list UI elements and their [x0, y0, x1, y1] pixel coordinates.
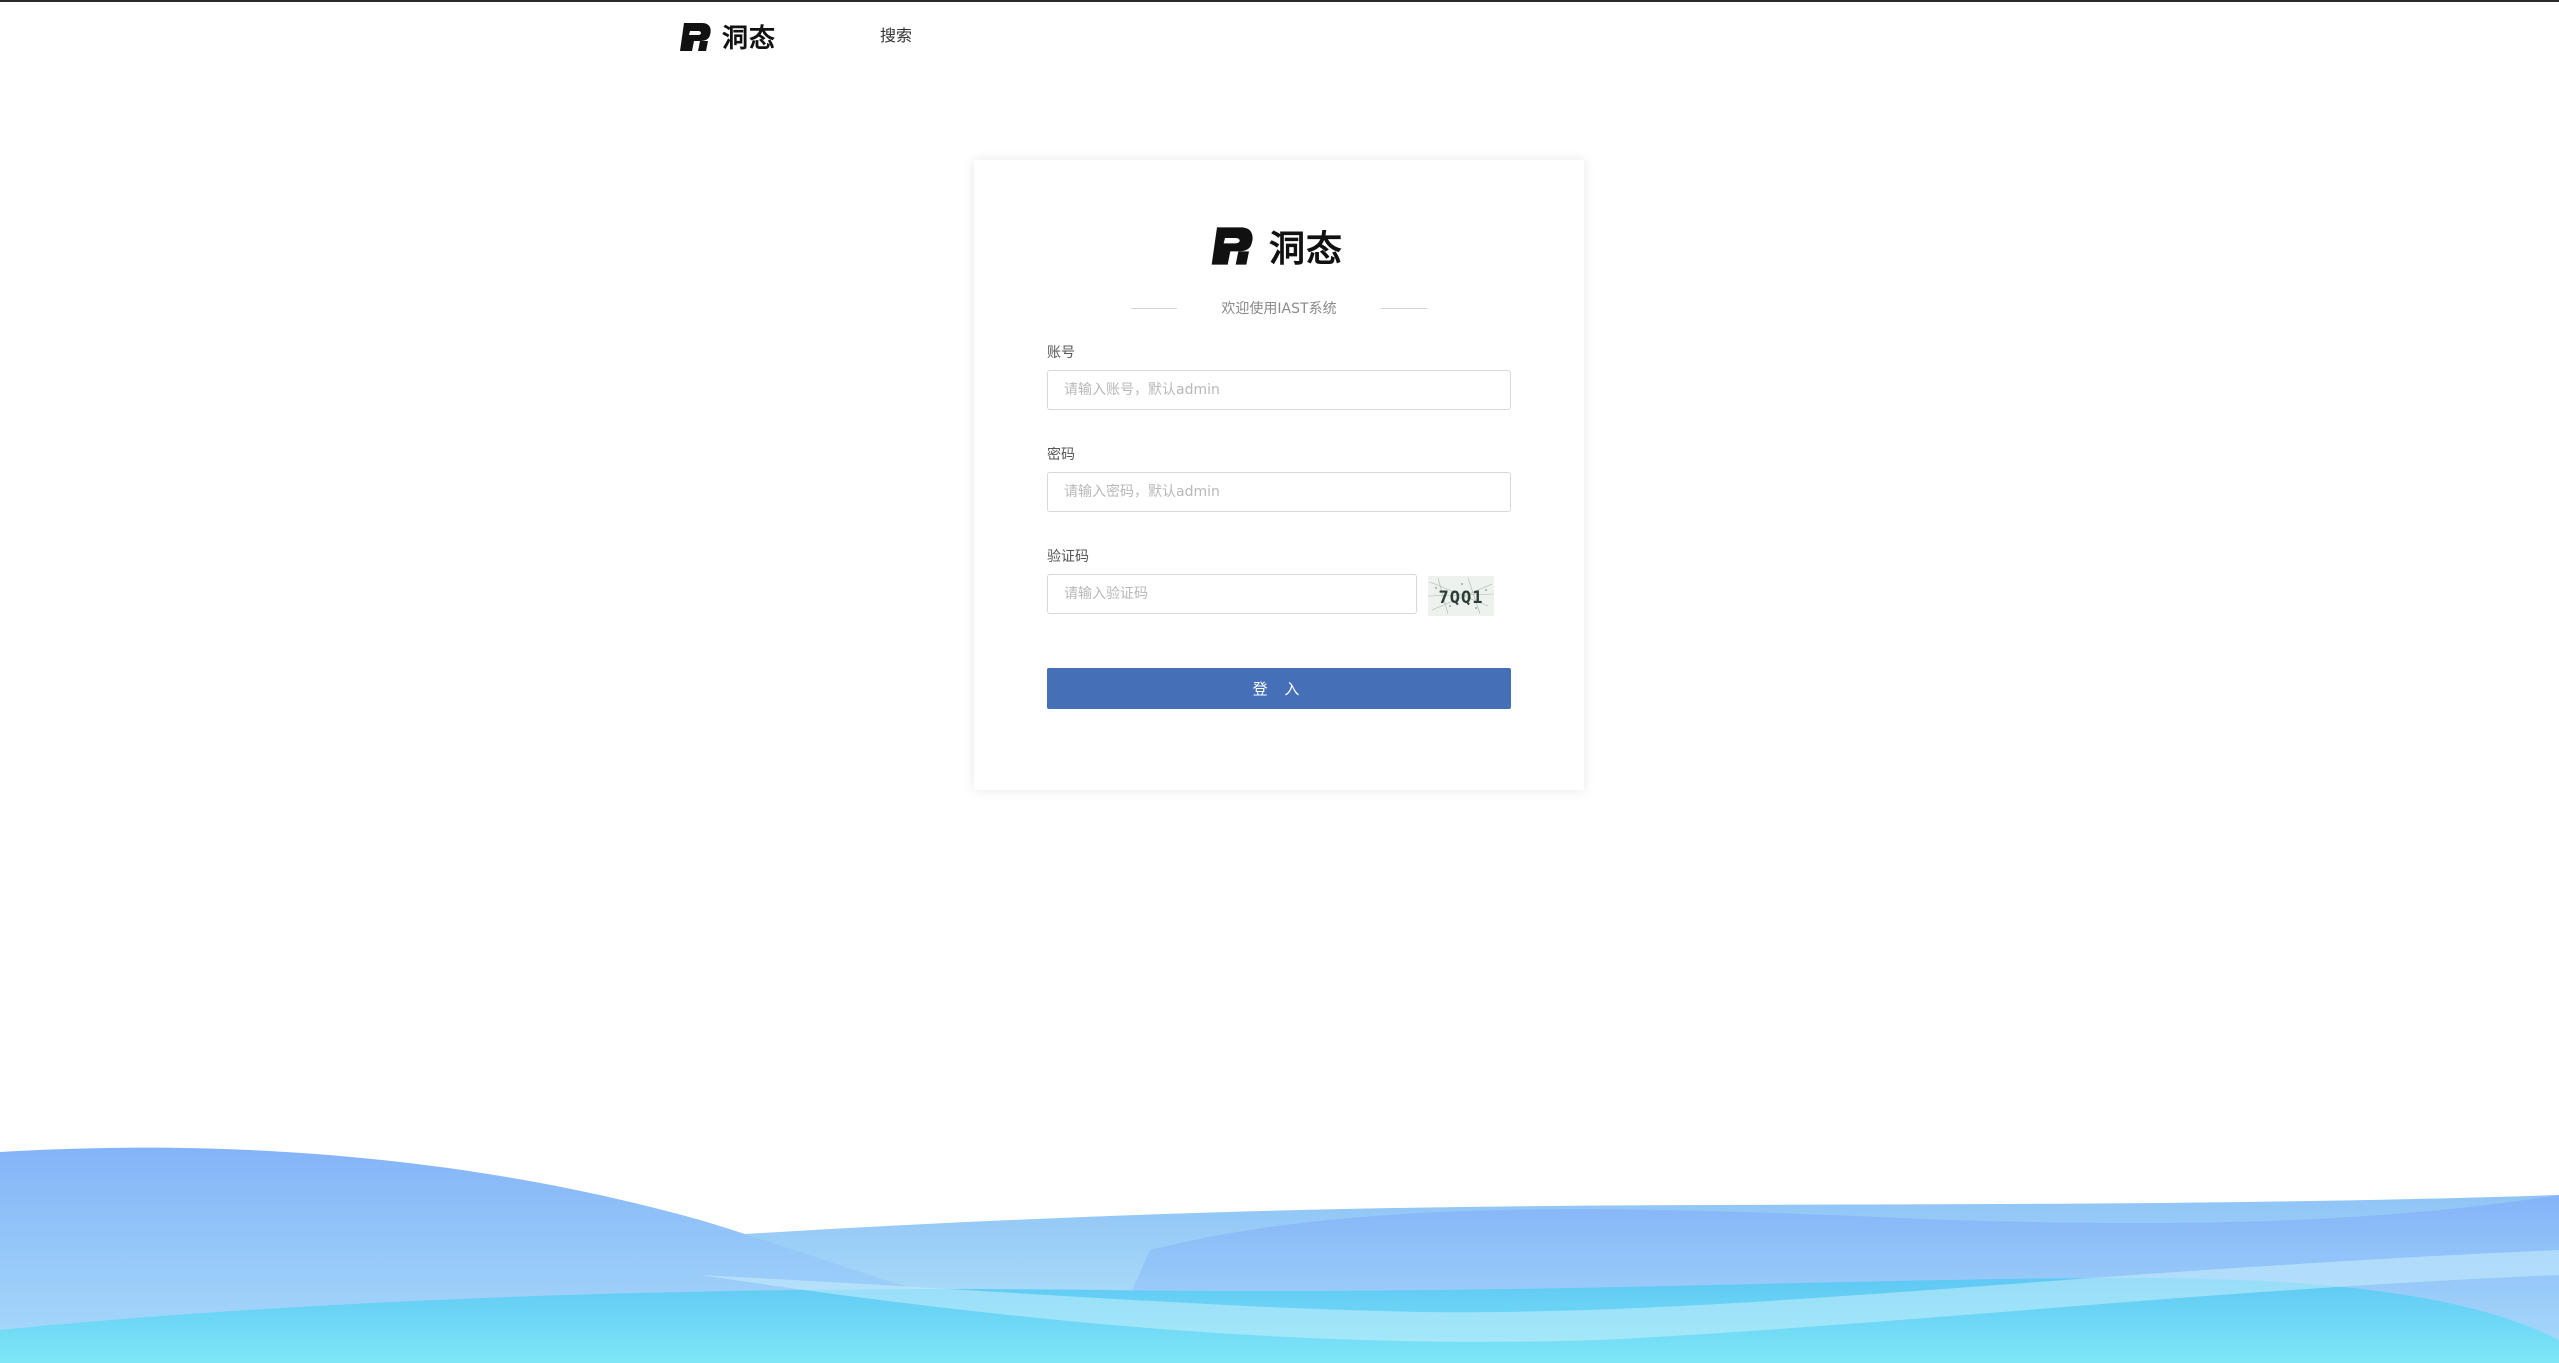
captcha-input[interactable] [1047, 574, 1417, 614]
header-logo-text: 洞态 [722, 24, 777, 54]
top-header: 洞态 搜索 [0, 2, 2559, 66]
welcome-banner: 欢迎使用IAST系统 [974, 298, 1584, 318]
header-logo[interactable]: 洞态 [678, 18, 776, 55]
login-card: 洞态 欢迎使用IAST系统 账号 密码 验证码 [974, 160, 1584, 790]
divider-right [1380, 307, 1427, 309]
divider-left [1131, 307, 1178, 309]
nav-search-link[interactable]: 搜索 [880, 22, 912, 46]
captcha-label: 验证码 [1047, 549, 1089, 565]
card-logo-text: 洞态 [1269, 229, 1344, 270]
login-page: 洞态 搜索 洞态 欢迎使用IAST系统 账号 密码 验证码 [0, 0, 2559, 1363]
account-label: 账号 [1047, 345, 1075, 361]
captcha-image[interactable]: 7QQ1 [1428, 576, 1494, 616]
account-input[interactable] [1047, 370, 1511, 410]
welcome-text: 欢迎使用IAST系统 [1221, 301, 1337, 317]
password-label: 密码 [1047, 447, 1075, 463]
password-input[interactable] [1047, 472, 1511, 512]
brand-mark-icon [1211, 227, 1253, 265]
background-waves [0, 1147, 2559, 1363]
login-button[interactable]: 登 入 [1047, 668, 1511, 709]
captcha-text: 7QQ1 [1439, 588, 1484, 608]
brand-mark-icon [680, 22, 711, 51]
card-logo: 洞态 [1209, 220, 1343, 272]
